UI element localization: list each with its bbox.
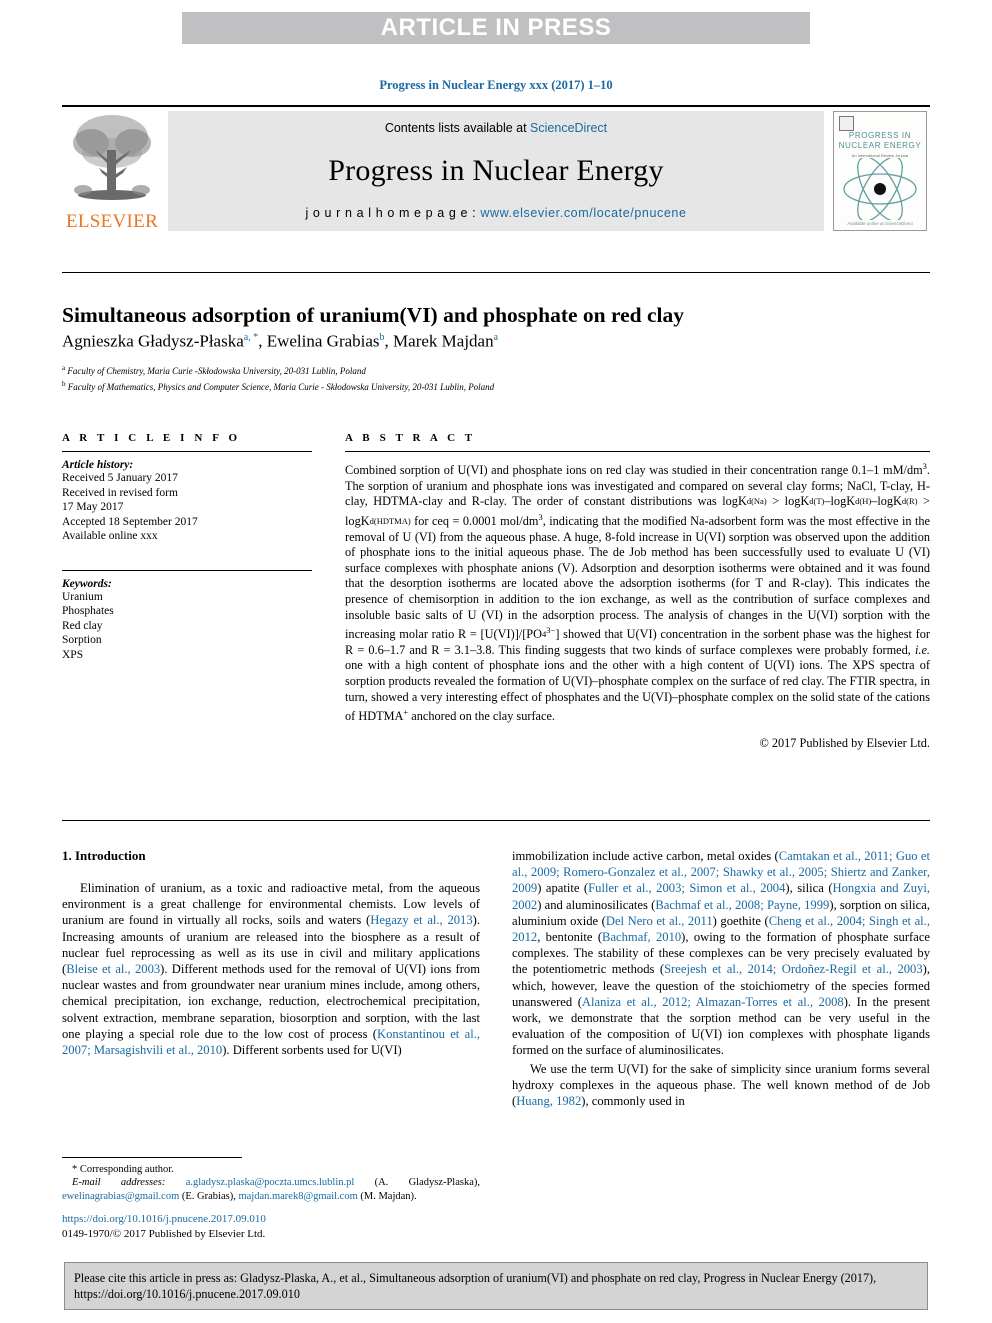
affiliation-text-b: Faculty of Mathematics, Physics and Comp… xyxy=(67,381,495,392)
affiliation-text-a: Faculty of Chemistry, Maria Curie -Skłod… xyxy=(67,366,366,376)
email-link-0[interactable]: a.gladysz.plaska@poczta.umcs.lublin.pl xyxy=(186,1177,355,1188)
contents-prefix: Contents lists available at xyxy=(384,121,531,135)
email-addresses-label: E-mail addresses: xyxy=(72,1177,166,1189)
doi-link[interactable]: https://doi.org/10.1016/j.pnucene.2017.0… xyxy=(62,1212,480,1227)
article-history-0: Received 5 January 2017 xyxy=(62,472,178,484)
masthead-center-panel: Contents lists available at ScienceDirec… xyxy=(168,111,824,231)
email-owner-1: (E. Grabias), xyxy=(181,1190,236,1202)
email-addresses-note: E-mail addresses: a.gladysz.plaska@poczt… xyxy=(62,1176,480,1203)
contents-available-line: Contents lists available at ScienceDirec… xyxy=(385,121,607,135)
cover-title-line1: PROGRESS IN xyxy=(848,131,912,140)
article-history-label: Article history: xyxy=(62,459,134,471)
journal-homepage-line: j o u r n a l h o m e p a g e : www.else… xyxy=(305,206,686,220)
article-history-2: 17 May 2017 xyxy=(62,501,124,513)
keyword-2: Red clay xyxy=(62,619,103,632)
intro-paragraph-2: immobilization include active carbon, me… xyxy=(512,849,930,1058)
citation-link[interactable]: Huang, 1982 xyxy=(516,1094,581,1108)
author-list: Agnieszka Gładysz-Płaskaa, *, Ewelina Gr… xyxy=(62,331,499,351)
cover-footer: Available online at ScienceDirect xyxy=(847,221,913,226)
intro-paragraph-3: We use the term U(VI) for the sake of si… xyxy=(512,1061,930,1109)
sciencedirect-link[interactable]: ScienceDirect xyxy=(530,121,607,135)
homepage-prefix: j o u r n a l h o m e p a g e : xyxy=(305,206,481,220)
body-column-left: 1. Introduction Elimination of uranium, … xyxy=(62,848,480,1060)
article-history-3: Accepted 18 September 2017 xyxy=(62,515,198,528)
journal-masthead: ELSEVIER Contents lists available at Sci… xyxy=(62,105,930,235)
article-info-heading: A R T I C L E I N F O xyxy=(62,432,241,444)
citation-link[interactable]: Del Nero et al., 2011 xyxy=(606,914,713,928)
corresponding-author-note: * Corresponding author. xyxy=(72,1164,174,1175)
journal-homepage-link[interactable]: www.elsevier.com/locate/pnucene xyxy=(480,206,686,220)
author-marks-1: b xyxy=(379,332,385,343)
citation-link[interactable]: Bleise et al., 2003 xyxy=(66,962,160,976)
keywords-divider xyxy=(62,569,312,571)
journal-title: Progress in Nuclear Energy xyxy=(328,153,664,187)
article-history-4: Available online xxx xyxy=(62,530,158,542)
elsevier-wordmark: ELSEVIER xyxy=(65,211,159,232)
cover-title: PROGRESS IN NUCLEAR ENERGY xyxy=(834,131,926,151)
keyword-3: Sorption xyxy=(62,634,102,646)
author-marks-0: a, * xyxy=(243,332,259,343)
citation-link[interactable]: Hegazy et al., 2013 xyxy=(370,913,472,927)
abstract-divider xyxy=(345,451,930,452)
citation-link[interactable]: Cheng et al., 2004; Singh et al., 2012 xyxy=(512,914,930,944)
body-column-right: immobilization include active carbon, me… xyxy=(512,848,930,1111)
keyword-0: Uranium xyxy=(62,590,103,603)
journal-cover-thumbnail: PROGRESS IN NUCLEAR ENERGY An Internatio… xyxy=(833,111,927,231)
email-owner-0: (A. Gladysz-Plaska), xyxy=(374,1177,481,1189)
footnote-divider xyxy=(62,1157,242,1158)
atom-icon xyxy=(843,158,917,220)
affiliation-mark-b: b xyxy=(62,379,66,388)
author-name-0: Agnieszka Gładysz-Płaska xyxy=(62,331,244,351)
introduction-heading: 1. Introduction xyxy=(62,848,146,863)
issn-copyright-line: 0149-1970/© 2017 Published by Elsevier L… xyxy=(62,1227,266,1240)
abstract-text: Combined sorption of U(VI) and phosphate… xyxy=(345,461,930,724)
author-marks-2: a xyxy=(493,332,499,343)
journal-cover-cell: PROGRESS IN NUCLEAR ENERGY An Internatio… xyxy=(830,107,930,235)
journal-reference-line: Progress in Nuclear Energy xxx (2017) 1–… xyxy=(379,78,613,92)
abstract-copyright: © 2017 Published by Elsevier Ltd. xyxy=(759,735,930,750)
page-title: Simultaneous adsorption of uranium(VI) a… xyxy=(62,303,685,328)
citation-link[interactable]: Bachmaf et al., 2008; Payne, 1999 xyxy=(655,898,829,912)
article-in-press-label: ARTICLE IN PRESS xyxy=(380,14,612,41)
title-divider xyxy=(62,272,930,273)
article-history-1: Received in revised form xyxy=(62,486,178,499)
doi-block: https://doi.org/10.1016/j.pnucene.2017.0… xyxy=(62,1212,480,1241)
author-name-2: Marek Majdan xyxy=(393,331,494,351)
cite-this-article-text: Please cite this article in press as: Gl… xyxy=(74,1271,877,1301)
article-info-section: A R T I C L E I N F O Article history: R… xyxy=(62,432,312,662)
article-in-press-banner: ARTICLE IN PRESS xyxy=(182,12,810,44)
citation-link[interactable]: Sreejesh et al., 2014; Ordoñez-Regil et … xyxy=(664,962,923,976)
email-owner-2: (M. Majdan). xyxy=(360,1190,417,1202)
intro-paragraph-1: Elimination of uranium, as a toxic and r… xyxy=(62,881,480,1058)
affiliation-list: a Faculty of Chemistry, Maria Curie -Skł… xyxy=(62,362,930,393)
keyword-1: Phosphates xyxy=(62,605,114,617)
author-name-1: Ewelina Grabias xyxy=(266,331,380,351)
elsevier-logo: ELSEVIER xyxy=(62,107,162,235)
affiliation-mark-a: a xyxy=(62,364,66,372)
cite-this-article-box: Please cite this article in press as: Gl… xyxy=(64,1262,928,1310)
article-info-divider xyxy=(62,451,312,452)
citation-link[interactable]: Fuller et al., 2003; Simon et al., 2004 xyxy=(588,881,785,895)
abstract-section: A B S T R A C T Combined sorption of U(V… xyxy=(345,432,930,751)
email-link-2[interactable]: majdan.marek8@gmail.com xyxy=(238,1191,357,1202)
email-link-1[interactable]: ewelinagrabias@gmail.com xyxy=(62,1191,179,1202)
affiliation-a: a Faculty of Chemistry, Maria Curie -Skł… xyxy=(62,362,930,378)
body-divider xyxy=(62,820,930,821)
keywords-label: Keywords: xyxy=(62,577,112,590)
citation-link[interactable]: Bachmaf, 2010 xyxy=(602,930,681,944)
affiliation-b: b Faculty of Mathematics, Physics and Co… xyxy=(62,378,930,394)
keyword-4: XPS xyxy=(62,648,84,661)
cover-badge-icon xyxy=(839,116,854,131)
cover-title-line2: NUCLEAR ENERGY xyxy=(838,141,922,150)
footnote-block: * Corresponding author. E-mail addresses… xyxy=(62,1163,480,1203)
citation-link[interactable]: Konstantinou et al., 2007; Marsagishvili… xyxy=(62,1027,480,1057)
citation-link[interactable]: Alaniza et al., 2012; Almazan-Torres et … xyxy=(582,995,844,1009)
abstract-heading: A B S T R A C T xyxy=(345,432,476,444)
elsevier-tree-icon xyxy=(73,115,151,200)
